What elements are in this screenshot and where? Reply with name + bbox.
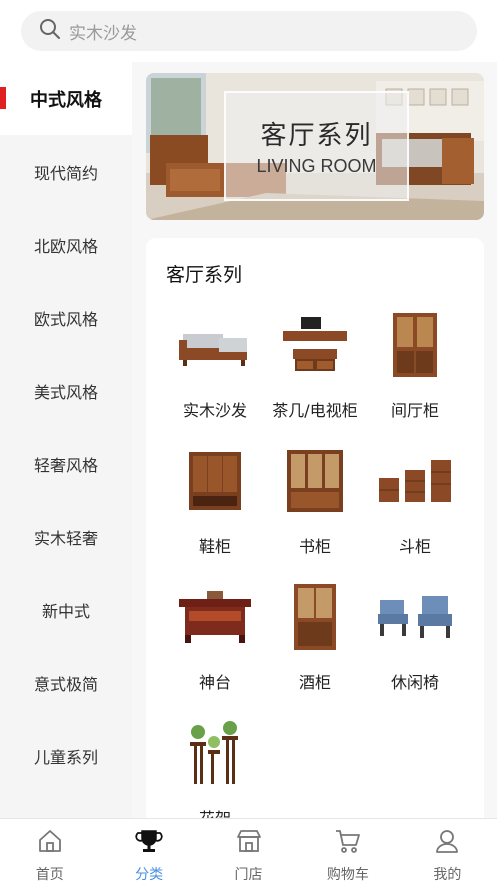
sidebar-item-label: 北欧风格 [33,236,98,256]
tab-label: 首页 [35,867,64,883]
wine-cabinet-icon [273,575,357,659]
trophy-icon [135,827,163,859]
product-label: 神台 [198,673,231,692]
sidebar-item-solid-wood-luxury[interactable]: 实木轻奢 [0,500,132,573]
shoe-cabinet-icon [173,439,257,523]
sidebar-item-european[interactable]: 欧式风格 [0,281,132,354]
product-item-altar[interactable]: 神台 [165,575,265,711]
sidebar-item-label: 意式极简 [33,674,98,694]
user-icon [433,827,461,859]
search-icon [39,18,61,44]
tab-label: 分类 [135,867,164,883]
tab-label: 购物车 [326,867,369,883]
tab-category[interactable]: 分类 [99,819,198,883]
banner-subtitle: LIVING ROOM [256,156,377,176]
product-item-flower-stand[interactable]: 花架 [165,711,265,818]
tab-label: 我的 [433,867,462,883]
product-panel: 客厅系列 实木沙发 茶几/电视柜 间厅柜 鞋柜 书柜 斗柜 神台 酒柜 休闲椅 [146,238,484,818]
bookcase-icon [273,439,357,523]
store-icon [235,827,263,859]
product-label: 斗柜 [398,537,431,556]
sidebar-item-italian-minimal[interactable]: 意式极简 [0,646,132,719]
sidebar-item-new-chinese[interactable]: 新中式 [0,573,132,646]
product-label: 休闲椅 [390,673,439,692]
sidebar-item-label: 儿童系列 [33,747,98,767]
product-item-bookcase[interactable]: 书柜 [265,439,365,575]
search-placeholder: 实木沙发 [69,23,137,44]
lounge-chair-icon [373,575,457,659]
sidebar-item-kids[interactable]: 儿童系列 [0,719,132,792]
product-item-sofa[interactable]: 实木沙发 [165,303,265,439]
chest-icon [373,439,457,523]
home-icon [36,827,64,859]
product-item-chest[interactable]: 斗柜 [365,439,465,575]
product-item-wine-cabinet[interactable]: 酒柜 [265,575,365,711]
altar-icon [173,575,257,659]
product-label: 书柜 [298,537,331,556]
tab-cart[interactable]: 购物车 [298,819,397,883]
tv-cabinet-icon [273,303,357,387]
active-indicator [0,87,6,109]
sidebar-item-label: 轻奢风格 [33,455,98,475]
sidebar-item-label: 新中式 [41,601,90,621]
product-item-tv-cabinet[interactable]: 茶几/电视柜 [265,303,365,439]
search-area: 实木沙发 [0,0,497,60]
sidebar-item-label: 现代简约 [33,163,98,183]
product-item-lounge-chair[interactable]: 休闲椅 [365,575,465,711]
sidebar-item-label: 欧式风格 [33,309,98,329]
tab-home[interactable]: 首页 [0,819,99,883]
category-sidebar: 中式风格 现代简约 北欧风格 欧式风格 美式风格 轻奢风格 实木轻奢 新中式 意… [0,62,132,818]
main-content: 客厅系列 LIVING ROOM 客厅系列 实木沙发 茶几/电视柜 间厅柜 鞋柜… [132,62,497,818]
sidebar-item-nordic[interactable]: 北欧风格 [0,208,132,281]
flower-stand-icon [173,711,257,795]
sofa-icon [173,303,257,387]
tab-label: 门店 [234,867,263,883]
sidebar-item-label: 实木轻奢 [33,528,98,548]
sidebar-item-label: 中式风格 [30,89,102,111]
tab-profile[interactable]: 我的 [398,819,497,883]
product-label: 花架 [199,805,231,818]
product-label: 实木沙发 [182,401,247,420]
sidebar-item-label: 美式风格 [33,382,98,402]
product-item-partition-cabinet[interactable]: 间厅柜 [365,303,465,439]
sidebar-item-american[interactable]: 美式风格 [0,354,132,427]
sidebar-item-modern[interactable]: 现代简约 [0,135,132,208]
product-item-shoe-cabinet[interactable]: 鞋柜 [165,439,265,575]
tab-store[interactable]: 门店 [199,819,298,883]
partition-cabinet-icon [373,303,457,387]
sidebar-item-chinese-style[interactable]: 中式风格 [0,62,132,135]
product-label: 鞋柜 [198,537,231,556]
banner-title: 客厅系列 [260,121,373,151]
sidebar-item-light-luxury[interactable]: 轻奢风格 [0,427,132,500]
category-banner[interactable]: 客厅系列 LIVING ROOM [146,73,484,220]
cart-icon [334,827,362,859]
banner-caption: 客厅系列 LIVING ROOM [224,91,409,201]
search-input[interactable]: 实木沙发 [21,11,477,51]
section-title: 客厅系列 [166,264,243,286]
product-label: 酒柜 [298,673,331,692]
product-label: 间厅柜 [390,401,439,420]
product-label: 茶几/电视柜 [272,401,358,420]
bottom-tab-bar: 首页 分类 门店 购物车 我的 [0,818,497,883]
